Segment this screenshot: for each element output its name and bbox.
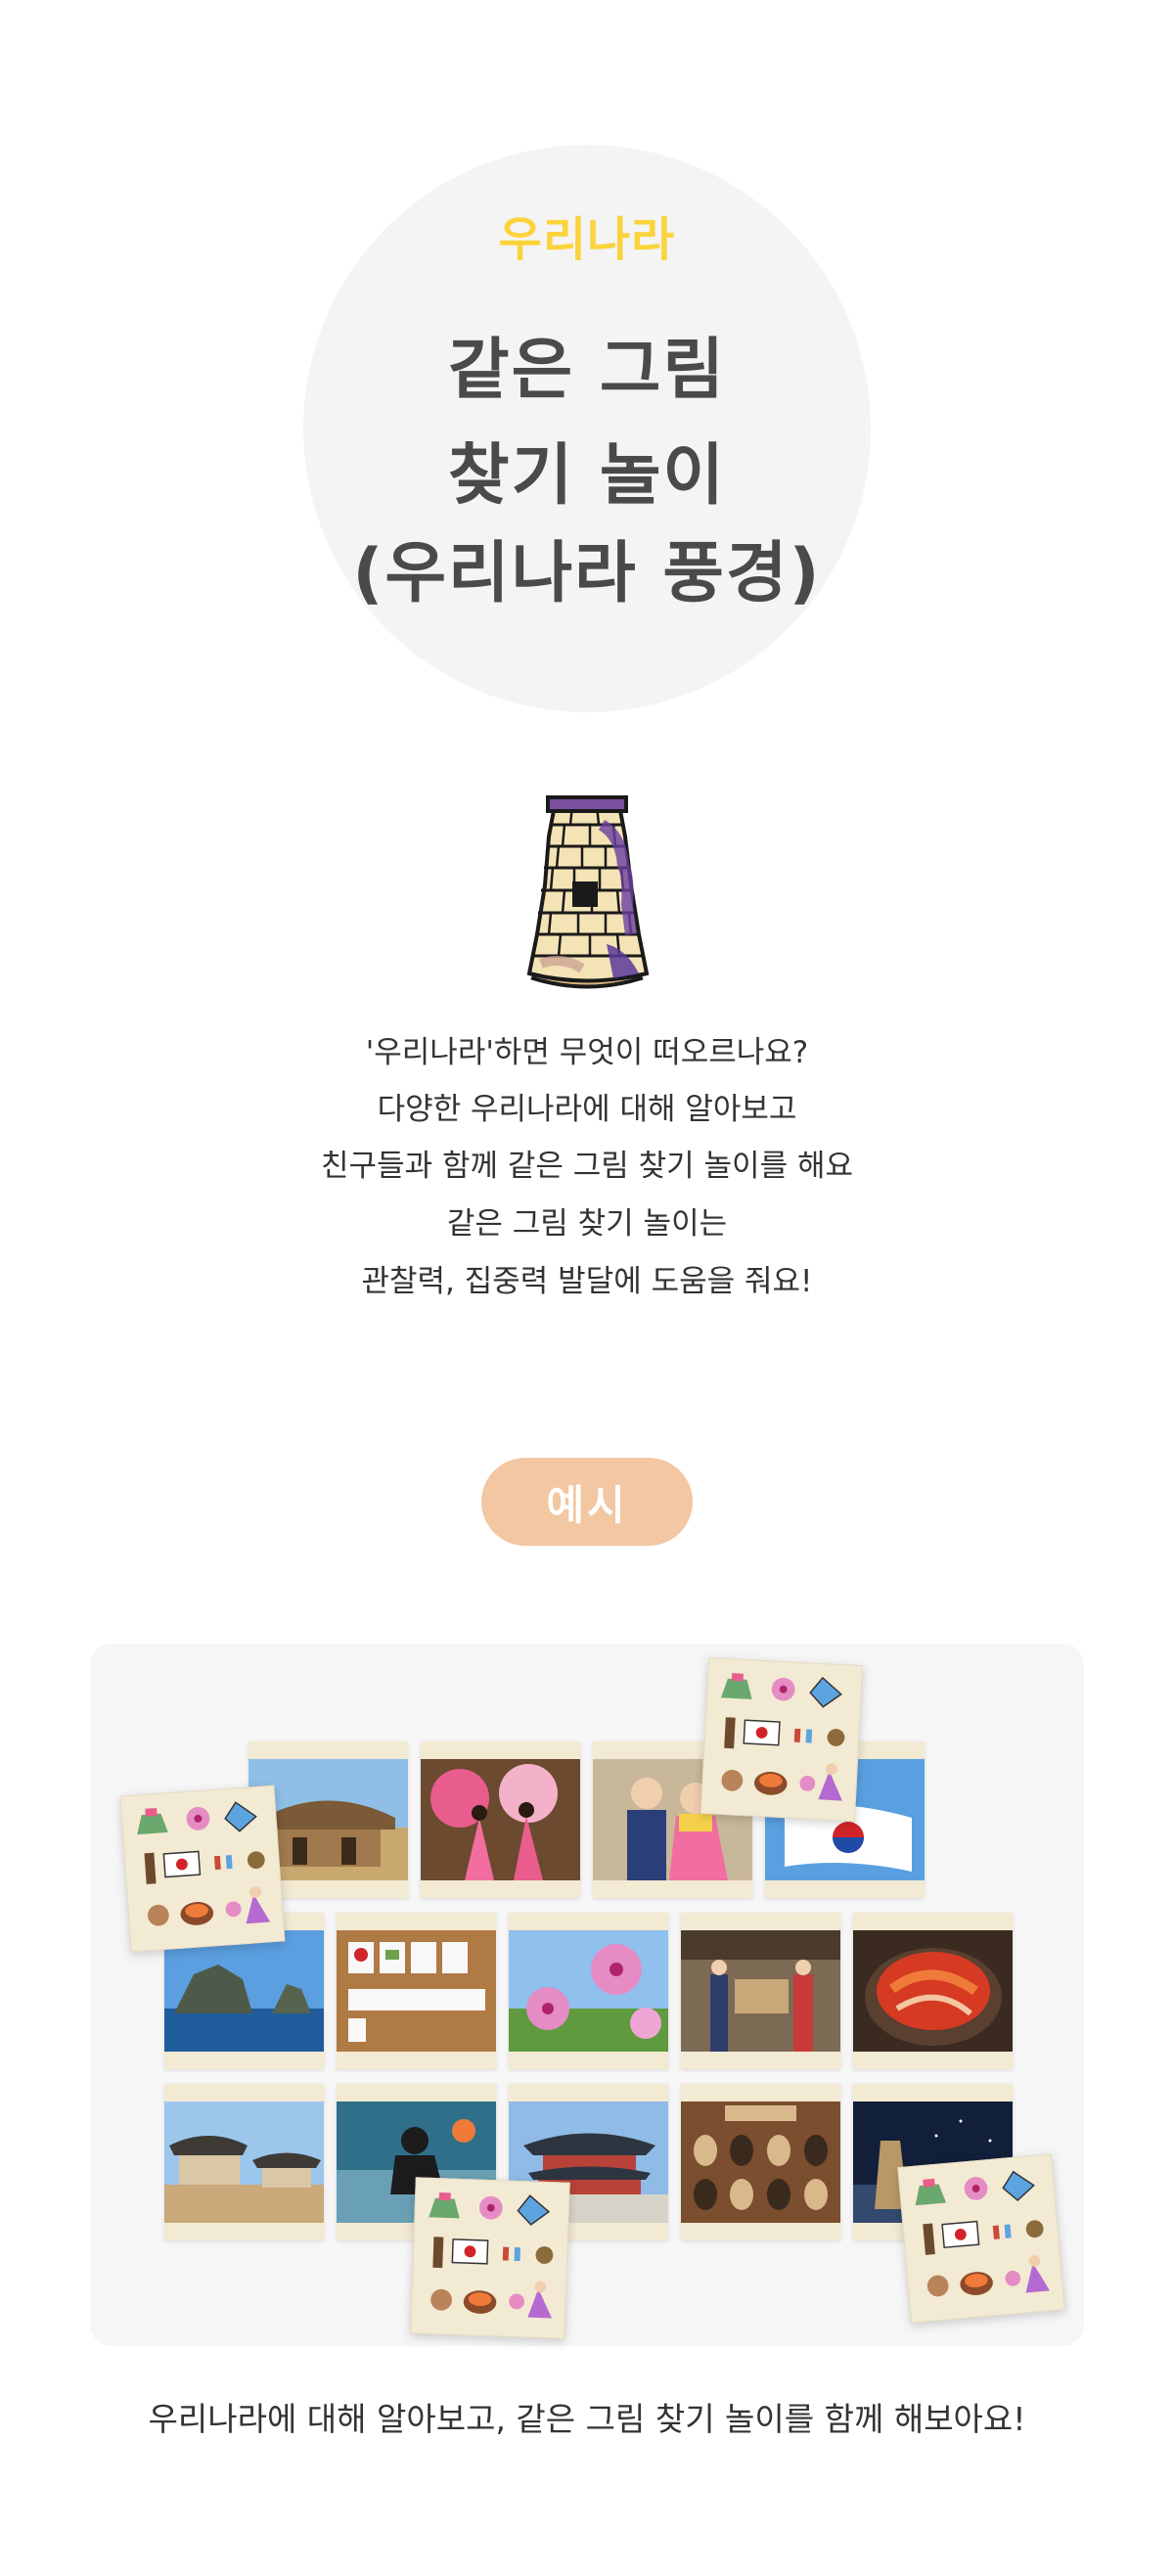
hanbok-icon (137, 1807, 168, 1835)
kite-icon (224, 1801, 257, 1832)
jangseung-icon (144, 1852, 157, 1884)
taegukgi-icon (162, 1850, 202, 1878)
card-back-3 (410, 2177, 570, 2339)
yutnori-icon (213, 1855, 233, 1871)
intro-line-3: 친구들과 함께 같은 그림 찾기 놀이를 해요 (321, 1149, 853, 1184)
example-board (90, 1644, 1084, 2346)
hero-title-line-1: 같은 그림 (448, 332, 726, 409)
hanbok-doll-icon (246, 1886, 271, 1924)
card-fan-dance (421, 1741, 580, 1898)
mugunghwa-icon (186, 1807, 210, 1830)
card-traditional-wedding (681, 1913, 840, 2069)
mask-icon (147, 1904, 169, 1926)
card-back-4 (897, 2153, 1065, 2324)
card-masks (681, 2084, 840, 2240)
bibimbap-icon (180, 1902, 214, 1925)
intro-line-2: 다양한 우리나라에 대해 알아보고 (377, 1092, 797, 1127)
hero-eyebrow: 우리나라 (498, 212, 676, 267)
card-mugunghwa (509, 1913, 668, 2069)
card-word-cards (337, 1913, 496, 2069)
card-back-1 (119, 1785, 286, 1953)
example-badge: 예시 (481, 1458, 693, 1546)
intro-line-4: 같은 그림 찾기 놀이는 (446, 1206, 728, 1242)
cheomseongdae-illustration (504, 778, 670, 998)
footer-text: 우리나라에 대해 알아보고, 같은 그림 찾기 놀이를 함께 해보아요! (148, 2400, 1026, 2438)
intro-line-1: '우리나라'하면 무엇이 떠오르나요? (365, 1035, 809, 1070)
card-back-2 (700, 1656, 864, 1823)
norigae-icon (247, 1851, 265, 1870)
hero-title-line-2: 찾기 놀이 (448, 437, 726, 515)
card-hanok-village (164, 2084, 324, 2240)
beoseon-icon (225, 1901, 242, 1918)
card-kimchi (853, 1913, 1013, 2069)
intro-line-5: 관찰력, 집중력 발달에 도움을 줘요! (361, 1264, 813, 1299)
hero-title-line-3: (우리나라 풍경) (352, 535, 822, 612)
